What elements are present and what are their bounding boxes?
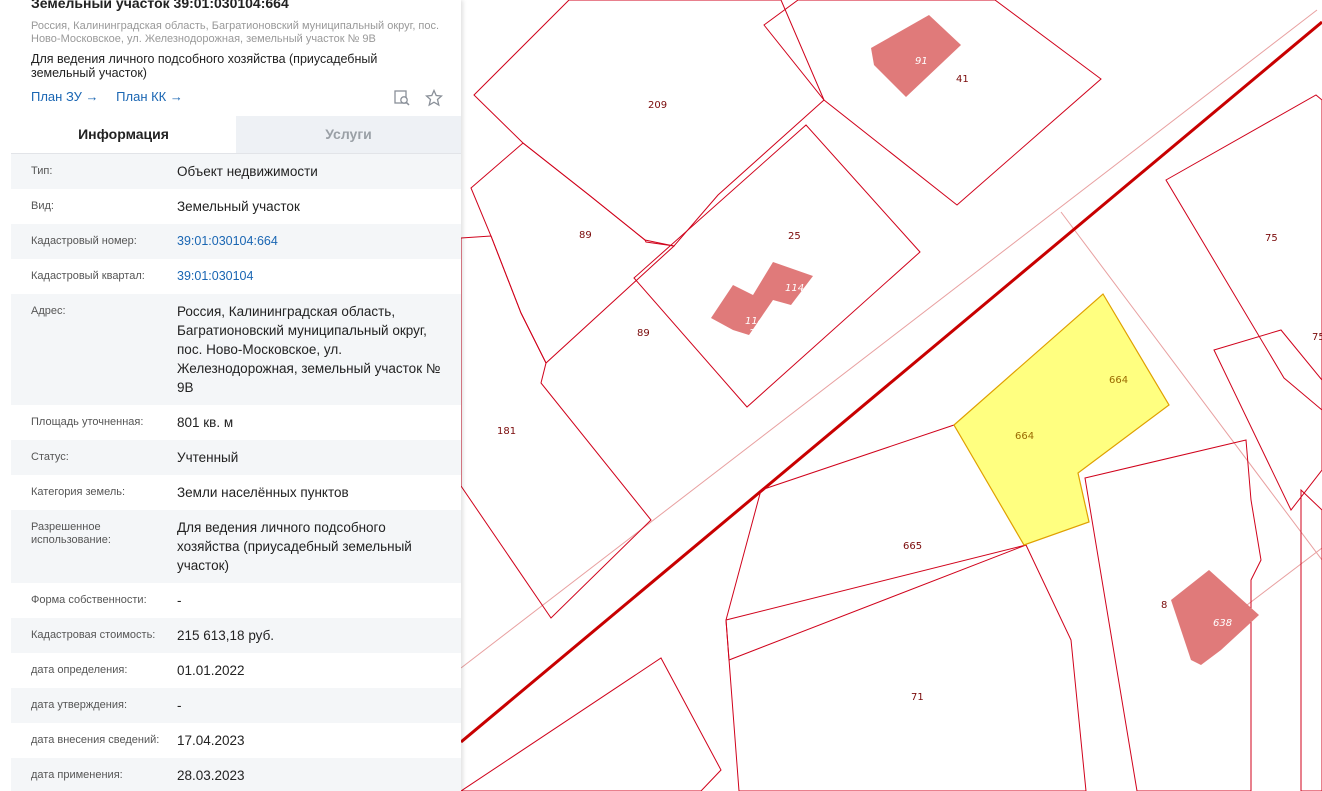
parcel-number-label: 89 — [579, 230, 592, 241]
info-row-link[interactable]: 39:01:030104 — [177, 267, 461, 286]
header-actions — [383, 88, 444, 112]
address-subtitle: Россия, Калининградская область, Баграти… — [31, 20, 440, 45]
info-row-key: Площадь уточненная: — [31, 416, 144, 428]
parcel-number-label: 209 — [648, 100, 667, 111]
parcel-number-label: 91 — [915, 56, 928, 67]
info-row-key: Кадастровая стоимость: — [31, 629, 156, 641]
info-row-key: Вид: — [31, 200, 54, 212]
info-row-key: Кадастровый номер: — [31, 235, 137, 247]
info-row-value: 17.04.2023 — [177, 733, 245, 748]
info-row-value: 28.03.2023 — [177, 768, 245, 783]
parcel-number-label: 71 — [911, 692, 924, 703]
info-row-key: Категория земель: — [31, 486, 126, 498]
parcel-number-label: 41 — [956, 74, 969, 85]
parcel-number-label: 75 — [1312, 332, 1322, 343]
parcel-number-label: 664 — [1015, 431, 1034, 442]
info-row: дата определения: 01.01.2022 — [11, 653, 461, 688]
info-row: Форма собственности: - — [11, 583, 461, 618]
info-row: Кадастровый квартал: 39:01:030104 — [11, 259, 461, 294]
info-row: дата применения: 28.03.2023 — [11, 758, 461, 791]
parcel-bottom-left[interactable] — [461, 657, 722, 791]
tab-services[interactable]: Услуги — [236, 116, 461, 153]
parcel-number-label: 181 — [497, 426, 516, 437]
map-search-icon[interactable] — [393, 89, 411, 107]
info-row: Площадь уточненная: 801 кв. м — [11, 405, 461, 440]
object-title: Земельный участок 39:01:030104:664 — [31, 0, 289, 11]
info-row-key: Тип: — [31, 165, 53, 177]
parcel-number-label: 89 — [637, 328, 650, 339]
info-row-value: 215 613,18 руб. — [177, 628, 275, 643]
parcel-number-label: 25 — [788, 231, 801, 242]
info-table: Тип: Объект недвижимости Вид: Земельный уча… — [11, 154, 461, 791]
info-row: Статус: Учтенный — [11, 440, 461, 475]
parcel-right-edge[interactable] — [1300, 488, 1322, 791]
parcel-number-label: 664 — [1109, 375, 1128, 386]
info-row-value: 801 кв. м — [177, 415, 234, 430]
info-panel: Земельный участок 39:01:030104:664 Росси… — [0, 0, 461, 791]
parcel-number-label: 75 — [1265, 233, 1278, 244]
info-row: Разрешенное использование: Для ведения ли… — [11, 510, 461, 583]
parcel-75[interactable] — [1165, 94, 1322, 411]
parcel-209[interactable] — [473, 0, 825, 247]
plan-kk-link[interactable]: План КК → — [116, 89, 183, 104]
info-row-key: дата применения: — [31, 769, 123, 781]
parcel-number-label: 8 — [1161, 600, 1167, 611]
info-row-value: - — [177, 698, 182, 713]
parcel-number-label: 25 — [749, 328, 762, 339]
info-row: дата внесения сведений: 17.04.2023 — [11, 723, 461, 758]
info-row-key: дата определения: — [31, 664, 128, 676]
plan-zu-link[interactable]: План ЗУ → — [31, 89, 99, 104]
info-row-value: Земли населённых пунктов — [177, 485, 349, 500]
road-edge-line — [461, 9, 1318, 669]
info-row-link[interactable]: 39:01:030104:664 — [177, 232, 461, 251]
info-row: дата утверждения: - — [11, 688, 461, 723]
info-row-key: Разрешенное использование: — [31, 521, 111, 546]
parcel-number-label: 114 — [785, 283, 804, 294]
info-row: Кадастровый номер: 39:01:030104:664 — [11, 224, 461, 259]
cadastral-map[interactable]: 209 91 41 89 25 114 114 25 89 75 75 664 664 181 665 8 63… — [461, 0, 1322, 791]
map-canvas[interactable]: 209914189 2511411425897575664664181665863… — [461, 0, 1322, 791]
info-row-value: Учтенный — [177, 450, 239, 465]
info-row-value: - — [177, 593, 182, 608]
parcel-75b[interactable] — [1213, 329, 1322, 511]
parcel-71[interactable] — [725, 544, 1087, 791]
info-row: Категория земель: Земли населённых пункто… — [11, 475, 461, 510]
info-row-key: дата утверждения: — [31, 699, 128, 711]
info-row: Вид: Земельный участок — [11, 189, 461, 224]
info-row-key: Статус: — [31, 451, 69, 463]
info-row-value: Для ведения личного подсобного хозяйства… — [177, 520, 412, 573]
tab-information[interactable]: Информация — [11, 116, 236, 153]
info-row: Кадастровая стоимость: 215 613,18 руб. — [11, 618, 461, 653]
parcels-layer — [461, 0, 1322, 791]
panel-tabs: Информация Услуги — [11, 116, 461, 154]
selected-parcel-664[interactable] — [953, 293, 1170, 546]
info-row: Адрес: Россия, Калининградская область, Б… — [11, 294, 461, 405]
info-row-value: Россия, Калининградская область, Баграти… — [177, 304, 441, 395]
parcel-number-label: 638 — [1213, 618, 1232, 629]
info-row-key: дата внесения сведений: — [31, 734, 160, 746]
star-icon[interactable] — [424, 88, 444, 107]
panel-header: Земельный участок 39:01:030104:664 Росси… — [11, 0, 461, 116]
info-row-value: 01.01.2022 — [177, 663, 245, 678]
info-row: Тип: Объект недвижимости — [11, 154, 461, 189]
plan-links: План ЗУ → План КК → — [31, 89, 197, 104]
info-row-key: Форма собственности: — [31, 594, 147, 606]
info-row-key: Кадастровый квартал: — [31, 270, 145, 282]
info-row-key: Адрес: — [31, 305, 66, 317]
parcel-number-label: 665 — [903, 541, 922, 552]
buildings-layer — [711, 15, 1259, 665]
info-row-value: Объект недвижимости — [177, 164, 318, 179]
parcel-number-label: 114 — [745, 316, 764, 327]
info-row-value: Земельный участок — [177, 199, 300, 214]
usage-subtitle: Для ведения личного подсобного хозяйства… — [31, 52, 378, 80]
